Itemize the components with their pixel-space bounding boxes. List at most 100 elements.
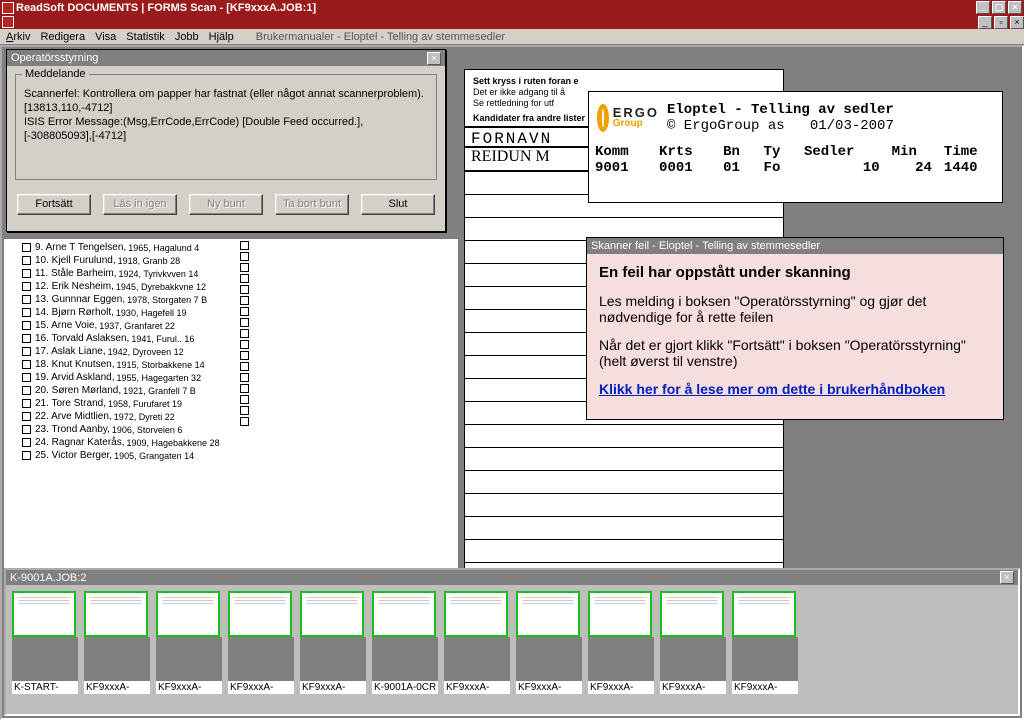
checkbox[interactable] (240, 384, 249, 393)
menu-jobb[interactable]: Jobb (175, 31, 199, 43)
checkbox[interactable] (22, 321, 31, 330)
checkbox[interactable] (240, 252, 249, 261)
close-button[interactable]: × (1008, 1, 1022, 14)
menu-hjalp[interactable]: Hjälp (209, 31, 234, 43)
checkbox[interactable] (22, 243, 31, 252)
checkbox[interactable] (22, 373, 31, 382)
checkbox[interactable] (22, 269, 31, 278)
minimize-button[interactable]: _ (976, 1, 990, 14)
menu-statistik[interactable]: Statistik (126, 31, 165, 43)
rescan-button: Läs in igen (103, 194, 177, 215)
thumbnail-image (372, 591, 436, 637)
error-help-link[interactable]: Klikk her for å lese mer om dette i bruk… (599, 381, 945, 397)
thumbnail-label: KF9xxxA- (156, 681, 222, 694)
ergo-logo-icon (597, 104, 609, 132)
maximize-button[interactable]: ▢ (992, 1, 1006, 14)
checkbox[interactable] (240, 362, 249, 371)
checkbox[interactable] (240, 241, 249, 250)
thumbnail[interactable]: KF9xxxA- (84, 591, 150, 694)
candidate-meta: 1921, Granfell 7 B (123, 386, 196, 396)
checkbox[interactable] (240, 307, 249, 316)
status-copyright: © ErgoGroup as (667, 118, 785, 134)
val-bn: 01 (717, 160, 757, 176)
menu-redigera[interactable]: Redigera (40, 31, 85, 43)
thumbnail-label: KF9xxxA- (228, 681, 294, 694)
checkbox[interactable] (22, 438, 31, 447)
col-sedler: Sedler (798, 144, 886, 160)
thumbnail[interactable]: KF9xxxA- (660, 591, 726, 694)
error-title[interactable]: Skanner feil - Eloptel - Telling av stem… (587, 238, 1003, 254)
thumbnail-strip: K-9001A.JOB:2 × K-START-KF9xxxA-KF9xxxA-… (4, 568, 1020, 716)
candidate-meta: 1978, Storgaten 7 B (127, 295, 207, 305)
list-item: 10. Kjell Furulund, 1918, Granb 28 (22, 254, 322, 267)
thumbnail-label: KF9xxxA- (516, 681, 582, 694)
thumbnail[interactable]: KF9xxxA- (732, 591, 798, 694)
list-item: 14. Bjørn Rørholt, 1930, Hagefell 19 (22, 306, 322, 319)
mdi-minimize-button[interactable]: _ (978, 16, 992, 29)
candidate-meta: 1906, Storveien 6 (112, 425, 183, 435)
checkbox[interactable] (22, 386, 31, 395)
app-icon (2, 2, 14, 14)
thumbnail[interactable]: K-START- (12, 591, 78, 694)
dialog-titlebar[interactable]: Operatörsstyrning × (7, 50, 445, 66)
mdi-close-button[interactable]: × (1010, 16, 1024, 29)
list-item: 18. Knut Knutsen, 1915, Storbakkene 14 (22, 358, 322, 371)
thumbnail[interactable]: KF9xxxA- (228, 591, 294, 694)
list-item: 9. Arne T Tengelsen, 1965, Hagalund 4 (22, 241, 322, 254)
list-item: 16. Torvald Aslaksen, 1941, Furul.. 16 (22, 332, 322, 345)
dialog-title: Operatörsstyrning (11, 52, 427, 64)
checkbox[interactable] (240, 340, 249, 349)
val-sedler: 10 (798, 160, 886, 176)
checkbox[interactable] (22, 451, 31, 460)
checkbox[interactable] (240, 296, 249, 305)
thumbnail[interactable]: K-9001A-0CR (372, 591, 438, 694)
msg-line2: [13813,110,-4712] (24, 101, 428, 115)
col-min: Min (886, 144, 938, 160)
thumbnail[interactable]: KF9xxxA- (588, 591, 654, 694)
ergo-logo: ERGOGroup (597, 98, 659, 138)
candidate-meta: 1942, Dyroveen 12 (108, 347, 184, 357)
checkbox[interactable] (240, 351, 249, 360)
menu-trail: Brukermanualer - Eloptel - Telling av st… (256, 31, 505, 43)
checkbox[interactable] (22, 256, 31, 265)
checkbox[interactable] (240, 274, 249, 283)
checkbox[interactable] (22, 334, 31, 343)
candidate-checkbox-col2 (240, 241, 249, 428)
list-item: 19. Arvid Askland, 1955, Hagegarten 32 (22, 371, 322, 384)
thumbnail[interactable]: KF9xxxA- (300, 591, 366, 694)
checkbox[interactable] (240, 318, 249, 327)
checkbox[interactable] (240, 285, 249, 294)
checkbox[interactable] (240, 395, 249, 404)
thumbnail[interactable]: KF9xxxA- (444, 591, 510, 694)
continue-button[interactable]: Fortsätt (17, 194, 91, 215)
checkbox[interactable] (240, 329, 249, 338)
checkbox[interactable] (22, 282, 31, 291)
thumbnail-label: K-9001A-0CR (372, 681, 438, 694)
checkbox[interactable] (22, 347, 31, 356)
checkbox[interactable] (22, 412, 31, 421)
thumbnail-label: KF9xxxA- (588, 681, 654, 694)
candidate-meta: 1955, Hagegarten 32 (117, 373, 202, 383)
menu-visa[interactable]: Visa (95, 31, 116, 43)
dialog-close-button[interactable]: × (427, 52, 441, 65)
checkbox[interactable] (240, 263, 249, 272)
menu-arkiv[interactable]: Arkiv (6, 31, 30, 43)
checkbox[interactable] (22, 308, 31, 317)
form-blank-line (465, 494, 783, 517)
checkbox[interactable] (22, 425, 31, 434)
thumbnail-image (300, 591, 364, 637)
thumb-close-button[interactable]: × (1000, 571, 1014, 584)
mdi-restore-button[interactable]: ▫ (994, 16, 1008, 29)
thumb-titlebar[interactable]: K-9001A.JOB:2 × (6, 570, 1018, 585)
candidate-name: 9. Arne T Tengelsen, (35, 242, 126, 253)
thumbnail[interactable]: KF9xxxA- (156, 591, 222, 694)
checkbox[interactable] (22, 360, 31, 369)
checkbox[interactable] (240, 373, 249, 382)
checkbox[interactable] (240, 406, 249, 415)
end-button[interactable]: Slut (361, 194, 435, 215)
checkbox[interactable] (22, 399, 31, 408)
thumbnail[interactable]: KF9xxxA- (516, 591, 582, 694)
checkbox[interactable] (22, 295, 31, 304)
checkbox[interactable] (240, 417, 249, 426)
candidate-name: 11. Ståle Barheim, (35, 268, 117, 279)
